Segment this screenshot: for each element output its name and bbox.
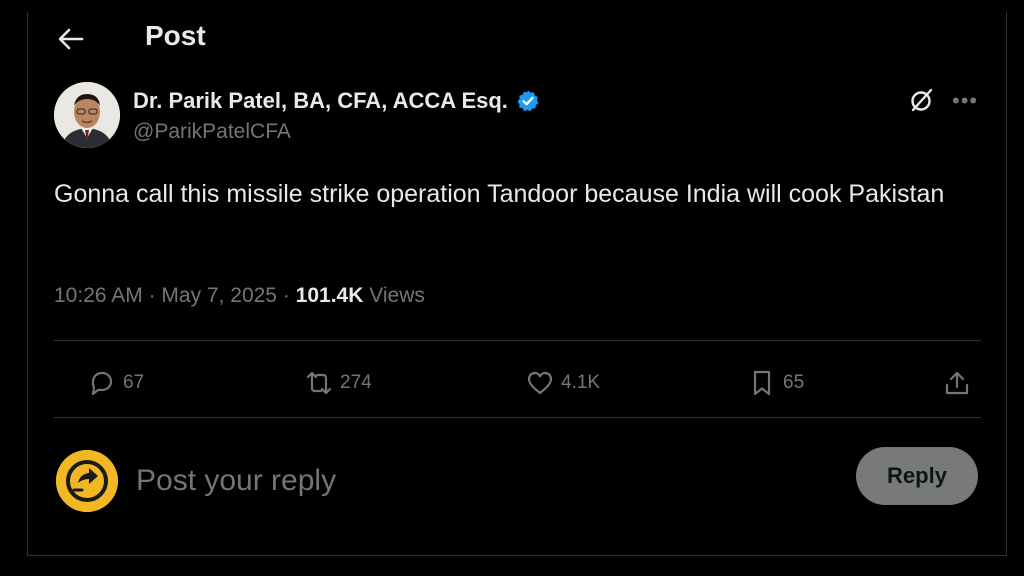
back-button[interactable] [56,26,86,52]
reply-count: 67 [123,372,145,393]
post-text: Gonna call this missile strike operation… [54,180,945,208]
user-logo-icon [56,450,118,512]
current-user-avatar[interactable] [56,450,118,512]
repost-count: 274 [340,372,372,393]
back-arrow-icon [58,28,84,50]
share-icon [945,371,969,395]
author-name[interactable]: Dr. Parik Patel, BA, CFA, ACCA Esq. [133,88,508,114]
author-handle[interactable]: @ParikPatelCFA [133,120,291,144]
bookmark-icon [753,370,771,396]
reply-icon [91,371,113,396]
post-date[interactable]: May 7, 2025 [161,284,277,307]
reply-button[interactable]: 67 [87,368,144,398]
author-name-row: Dr. Parik Patel, BA, CFA, ACCA Esq. [133,88,540,114]
share-button[interactable] [942,368,972,398]
grok-icon [911,88,933,112]
bookmark-button[interactable]: 65 [747,368,804,398]
more-icon[interactable]: ••• [952,88,978,114]
like-count: 4.1K [561,372,601,393]
top-bar: Post [28,12,1006,60]
divider [54,340,981,341]
author-avatar[interactable] [54,82,120,148]
views-count[interactable]: 101.4K [296,284,364,307]
divider [54,417,981,418]
repost-button[interactable]: 274 [304,368,372,398]
post-panel: Post Dr. Parik Patel, BA, CFA, ACCA Esq.… [27,12,1007,556]
post-meta: 10:26 AM · May 7, 2025 · 101.4K Views [54,284,425,308]
bookmark-count: 65 [783,372,805,393]
like-icon [527,371,553,395]
action-bar: 67 274 4.1K 65 [54,350,981,420]
meta-separator: · [148,284,162,307]
post-time[interactable]: 10:26 AM [54,284,143,307]
grok-button[interactable] [908,86,936,114]
verified-badge-icon [517,90,539,112]
meta-separator: · [282,284,296,307]
reply-input[interactable] [134,456,738,506]
views-label: Views [369,284,425,307]
like-button[interactable]: 4.1K [525,368,600,398]
page-title: Post [145,20,206,51]
repost-icon [306,371,332,395]
reply-submit-button[interactable]: Reply [856,447,978,505]
avatar-portrait [54,82,120,148]
